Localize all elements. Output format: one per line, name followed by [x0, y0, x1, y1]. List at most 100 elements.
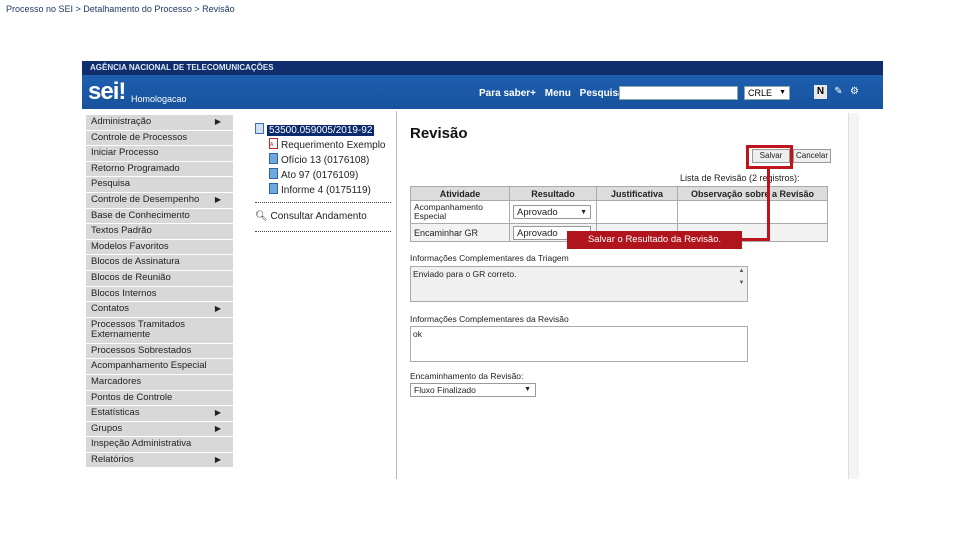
review-info-label: Informações Complementares da Revisão	[410, 314, 569, 324]
callout-connector	[740, 238, 770, 241]
sidebar-item[interactable]: Estatísticas ▶	[86, 406, 233, 421]
sidebar-item[interactable]: Base de Conhecimento	[86, 208, 233, 224]
process-number[interactable]: 53500.059005/2019-92	[267, 125, 375, 136]
doc-label[interactable]: Requerimento Exemplo	[281, 140, 386, 151]
sidebar-item[interactable]: Contatos ▶	[86, 302, 233, 317]
nav-link-menu[interactable]: Menu	[545, 88, 571, 99]
top-navbar: sei! Homologacao Para saber+ Menu Pesqui…	[82, 75, 883, 109]
sidebar-item[interactable]: Acompanhamento Especial	[86, 359, 233, 374]
divider	[255, 202, 391, 203]
sidebar-item-label: Estatísticas	[91, 407, 140, 419]
tree-process-row[interactable]: 53500.059005/2019-92	[255, 123, 375, 136]
sidebar-item[interactable]: Pontos de Controle	[86, 390, 233, 406]
scrollbar[interactable]: ▲ ▼	[737, 268, 746, 300]
sidebar-item[interactable]: Grupos ▶	[86, 421, 233, 437]
sei-logo[interactable]: sei!	[88, 78, 126, 106]
sidebar-item[interactable]: Processos Tramitados Externamente	[86, 317, 233, 343]
unit-select[interactable]: CRLE ▼	[744, 86, 790, 100]
sidebar-item-label: Processos Tramitados Externamente	[91, 318, 185, 340]
activity-cell: Encaminhar GR	[410, 223, 510, 242]
sidebar-item-label: Base de Conhecimento	[91, 209, 190, 221]
agency-banner: AGÊNCIA NACIONAL DE TELECOMUNICAÇÕES	[82, 61, 883, 75]
chevron-down-icon: ▼	[524, 386, 531, 393]
settings-icon[interactable]: ⚙	[848, 85, 861, 99]
doc-label[interactable]: Informe 4 (0175119)	[281, 185, 371, 196]
consult-link-label[interactable]: Consultar Andamento	[270, 211, 366, 222]
chevron-right-icon: ▶	[214, 304, 221, 314]
nav-link-saber[interactable]: Para saber+	[479, 88, 536, 99]
sidebar-item-label: Pesquisa	[91, 178, 131, 190]
consult-link[interactable]: 🔍︎ Consultar Andamento	[255, 211, 367, 222]
activity-cell: Acompanhamento Especial	[410, 200, 510, 224]
observation-cell[interactable]	[677, 200, 828, 224]
col-header: Resultado	[509, 186, 597, 201]
sidebar-item[interactable]: Marcadores	[86, 374, 233, 390]
triage-text: Enviado para o GR correto.	[413, 269, 517, 279]
pdf-icon: A	[269, 138, 278, 149]
document-icon	[269, 168, 278, 179]
sidebar-item[interactable]: Modelos Favoritos	[86, 239, 233, 255]
tree-doc-row[interactable]: Ofício 13 (0176108)	[269, 153, 369, 166]
chevron-down-icon: ▼	[779, 89, 786, 96]
unit-select-value: CRLE	[748, 88, 773, 98]
sidebar-menu: Administração ▶ Controle de Processos Inici…	[86, 115, 233, 468]
tools-icon[interactable]: ✎	[832, 85, 845, 99]
highlight-box	[746, 145, 793, 169]
sidebar-item[interactable]: Blocos de Assinatura	[86, 255, 233, 270]
doc-label[interactable]: Ofício 13 (0176108)	[281, 155, 369, 166]
sidebar-item[interactable]: Administração ▶	[86, 115, 233, 130]
result-value: Aprovado	[517, 227, 558, 239]
new-document-icon[interactable]: N	[814, 85, 827, 99]
chevron-right-icon: ▶	[214, 194, 221, 204]
col-header: Justificativa	[596, 186, 678, 201]
triage-label: Informações Complementares da Triagem	[410, 253, 569, 263]
breadcrumb: Processo no SEI > Detalhamento do Proces…	[6, 4, 235, 14]
search-input[interactable]	[619, 86, 738, 100]
callout-label: Salvar o Resultado da Revisão.	[567, 231, 742, 249]
divider	[255, 231, 391, 232]
review-info-textarea[interactable]: ok	[410, 326, 748, 362]
justification-cell[interactable]	[596, 200, 678, 224]
sidebar-item-label: Blocos Internos	[91, 287, 157, 299]
forwarding-select[interactable]: Fluxo Finalizado ▼	[410, 383, 536, 397]
document-icon	[269, 153, 278, 164]
sidebar-item[interactable]: Processos Sobrestados	[86, 343, 233, 359]
sidebar-item[interactable]: Textos Padrão	[86, 224, 233, 239]
sidebar-item-label: Processos Sobrestados	[91, 344, 192, 356]
sidebar-item-label: Administração	[91, 116, 152, 127]
sidebar-item[interactable]: Relatórios ▶	[86, 452, 233, 468]
sidebar-item[interactable]: Blocos Internos	[86, 286, 233, 302]
sidebar-item-label: Inspeção Administrativa	[91, 438, 192, 450]
result-value: Aprovado	[517, 207, 558, 218]
sidebar-item-label: Textos Padrão	[91, 225, 152, 237]
sidebar-item[interactable]: Iniciar Processo	[86, 146, 233, 161]
sidebar-item[interactable]: Retorno Programado	[86, 161, 233, 177]
sidebar-item-label: Pontos de Controle	[91, 391, 173, 403]
chevron-right-icon: ▶	[214, 423, 221, 433]
folder-icon	[255, 123, 264, 134]
tree-doc-row[interactable]: A Requerimento Exemplo	[269, 138, 386, 151]
sidebar-item-label: Relatórios	[91, 453, 134, 465]
review-info-text: ok	[413, 329, 422, 339]
sidebar-item[interactable]: Pesquisa	[86, 177, 233, 192]
tree-doc-row[interactable]: Informe 4 (0175119)	[269, 183, 371, 196]
sidebar-item[interactable]: Controle de Desempenho ▶	[86, 192, 233, 208]
tree-doc-row[interactable]: Ato 97 (0176109)	[269, 168, 358, 181]
sidebar-item[interactable]: Inspeção Administrativa	[86, 437, 233, 452]
cancel-button[interactable]: Cancelar	[793, 149, 831, 163]
sidebar-item[interactable]: Blocos de Reunião	[86, 270, 233, 286]
sidebar-item-label: Controle de Processos	[91, 131, 188, 143]
scrollbar[interactable]	[848, 113, 859, 479]
result-select[interactable]: Aprovado ▼	[513, 205, 591, 219]
nav-link-pesquisa[interactable]: Pesquisa	[580, 88, 624, 99]
doc-label[interactable]: Ato 97 (0176109)	[281, 170, 358, 181]
sidebar-item[interactable]: Controle de Processos	[86, 130, 233, 146]
magnifier-icon: 🔍︎	[255, 211, 268, 222]
page-title: Revisão	[410, 125, 468, 142]
nav-links: Para saber+ Menu Pesquisa	[479, 88, 630, 99]
triage-textarea[interactable]: Enviado para o GR correto. ▲ ▼	[410, 266, 748, 302]
forwarding-label: Encaminhamento da Revisão:	[410, 371, 524, 381]
sidebar-item-label: Blocos de Assinatura	[91, 256, 180, 268]
screenshot-frame: AGÊNCIA NACIONAL DE TELECOMUNICAÇÕES sei…	[82, 61, 883, 479]
pane-divider	[396, 111, 397, 479]
